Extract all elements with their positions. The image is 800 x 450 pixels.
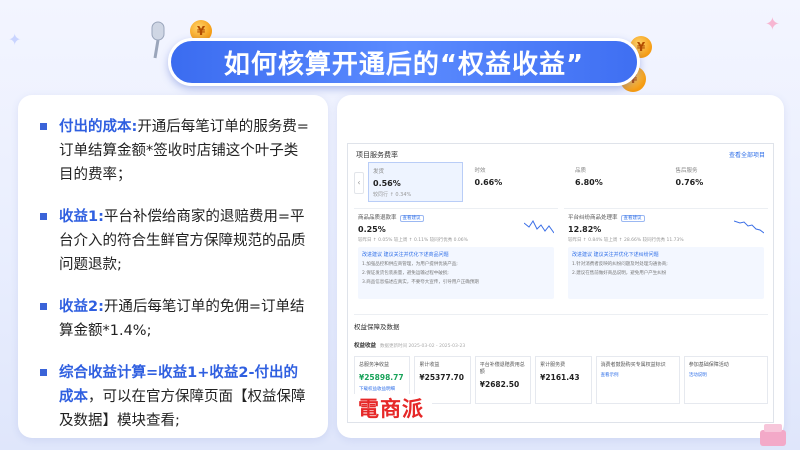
metric-label: 售后服务 — [675, 168, 698, 174]
item-heading: 付出的成本: — [59, 119, 138, 135]
tip-line: 3.商品信息描述应真实，不要夸大宣传，引导用户正确预期 — [362, 280, 479, 285]
metric-card[interactable]: 品质 6.80% — [571, 162, 664, 202]
example-link[interactable]: 查看示例 — [601, 372, 675, 378]
activity-link[interactable]: 活动说明 — [689, 372, 763, 378]
tip-title: 改进建议 建议关注并优化下述纠纷问题 — [572, 252, 659, 258]
section-title: 项目服务费率 — [356, 151, 398, 159]
suggest-button[interactable]: 查看建议 — [620, 215, 645, 222]
list-item: 综合收益计算=收益1+收益2-付出的成本，可以在官方保障页面【权益保障及数据】模… — [36, 361, 310, 433]
card-value: ¥2161.43 — [540, 373, 580, 382]
metric-sub: 较同行 ↑ 0.34% — [373, 192, 412, 198]
list-item: 付出的成本:开通后每笔订单的服务费=订单结算金额*签收时店铺这个叶子类目的费率； — [36, 115, 310, 187]
card-label: 平台补偿退赔费用总额 — [479, 362, 525, 375]
metric-value: 0.76% — [675, 178, 704, 187]
metric-value: 6.80% — [575, 178, 603, 187]
card-label: 累计服务费 — [540, 362, 566, 368]
rights-card: 参加基础保障活动 活动说明 — [683, 356, 768, 404]
metric-label: 时效 — [474, 168, 486, 174]
card-value: ¥2682.50 — [479, 380, 520, 389]
suggestion-box: 改进建议 建议关注并优化下述纠纷问题 1.针对消费者反映的纠纷问题及时处理沟通协… — [568, 247, 764, 299]
page-title: 如何核算开通后的“权益收益” — [223, 49, 585, 80]
screenshot-card: 项目服务费率 查看全部项目 ‹ 发货 0.56% 较同行 ↑ 0.34% 时效 … — [337, 95, 784, 438]
metric-value: 0.66% — [474, 178, 503, 187]
detail-label: 商品品质退款率 — [358, 215, 397, 221]
decoration-icon — [760, 424, 786, 446]
card-label: 参加基础保障活动 — [688, 362, 729, 368]
suggest-button[interactable]: 查看建议 — [399, 215, 424, 222]
view-all-link[interactable]: 查看全部项目 — [729, 150, 765, 159]
watermark-logo: 電商派 — [350, 394, 432, 422]
dashboard-screenshot: 项目服务费率 查看全部项目 ‹ 发货 0.56% 较同行 ↑ 0.34% 时效 … — [347, 143, 774, 423]
bullet-icon — [40, 123, 47, 130]
card-label: 总服务净收益 — [359, 362, 390, 368]
list-item: 收益1:平台补偿给商家的退赔费用=平台介入的符合生鲜官方保障规范的品质问题退款; — [36, 205, 310, 277]
rights-title: 权益保障及数据 — [354, 323, 400, 331]
list-item: 收益2:开通后每笔订单的免佣=订单结算金额*1.4%; — [36, 295, 310, 343]
update-note: 数据更新时间 2025-03-02 - 2025-03-23 — [380, 344, 466, 349]
detail-box: 平台纠纷商品处理率 查看建议 12.82% 较昨日 ↑ 0.84% 较上周 ↑ 2… — [564, 208, 768, 308]
star-icon: ✦ — [764, 14, 780, 35]
rights-subtitle: 权益收益 — [354, 343, 377, 349]
metric-label: 发货 — [373, 169, 385, 175]
rights-card: 消费者鼓励购买专属权益标识 查看示例 — [595, 356, 680, 404]
bullet-icon — [40, 213, 47, 220]
metric-detail-row: 商品品质退款率 查看建议 0.25% 较昨日 ↑ 0.05% 较上周 ↑ 0.11… — [354, 208, 768, 308]
item-body: ，可以在官方保障页面【权益保障及数据】模块查看; — [59, 389, 306, 429]
metric-label: 品质 — [575, 168, 587, 174]
rights-card: 累计服务费 ¥2161.43 — [535, 356, 592, 404]
card-label: 累计收益 — [419, 362, 440, 368]
metric-card[interactable]: 发货 0.56% 较同行 ↑ 0.34% — [368, 162, 463, 202]
download-link[interactable]: 下载权益收益明细 — [359, 386, 405, 392]
explanation-card: 付出的成本:开通后每笔订单的服务费=订单结算金额*签收时店铺这个叶子类目的费率；… — [18, 95, 328, 438]
tip-title: 改进建议 建议关注并优化下述商品问题 — [362, 252, 449, 258]
rights-section: 权益保障及数据 权益收益 数据更新时间 2025-03-02 - 2025-03-… — [354, 314, 768, 349]
item-heading: 收益1: — [59, 209, 104, 225]
title-banner: 如何核算开通后的“权益收益” — [168, 38, 640, 86]
card-value: ¥25898.77 — [359, 373, 404, 382]
sparkline-icon — [524, 220, 554, 234]
tip-line: 1.加强品控和供应商管理，为用户提供优质产品; — [362, 262, 458, 267]
metrics-row: ‹ 发货 0.56% 较同行 ↑ 0.34% 时效 0.66% 品质 6.80%… — [354, 162, 768, 202]
sparkle-icon: ✦ — [8, 30, 22, 49]
card-value: ¥25377.70 — [419, 373, 464, 382]
sparkline-icon — [734, 220, 764, 234]
bullet-icon — [40, 369, 47, 376]
bullet-icon — [40, 303, 47, 310]
card-label: 消费者鼓励购买专属权益标识 — [600, 362, 666, 368]
tip-line: 2.建议在售前做好商品说明，避免用户产生纠纷 — [572, 271, 667, 276]
tip-line: 2.保证发货包装质量，避免运输过程中破损; — [362, 271, 449, 276]
item-heading: 收益2: — [59, 299, 104, 315]
suggestion-box: 改进建议 建议关注并优化下述商品问题 1.加强品控和供应商管理，为用户提供优质产… — [358, 247, 554, 299]
rights-card: 平台补偿退赔费用总额 ¥2682.50 — [474, 356, 532, 404]
metric-card[interactable]: 售后服务 0.76% — [672, 162, 765, 202]
detail-sub: 较昨日 ↑ 0.84% 较上周 ↑ 28.66% 较同行优秀 11.73% — [568, 238, 684, 243]
tip-line: 1.针对消费者反映的纠纷问题及时处理沟通协商; — [572, 262, 668, 267]
microphone-icon — [151, 21, 165, 59]
metric-value: 0.56% — [373, 179, 401, 188]
metric-card[interactable]: 时效 0.66% — [471, 162, 564, 202]
detail-box: 商品品质退款率 查看建议 0.25% 较昨日 ↑ 0.05% 较上周 ↑ 0.11… — [354, 208, 558, 308]
chevron-left-icon[interactable]: ‹ — [354, 172, 364, 194]
detail-sub: 较昨日 ↑ 0.05% 较上周 ↑ 0.11% 较同行优秀 0.06% — [358, 238, 468, 243]
detail-label: 平台纠纷商品处理率 — [568, 215, 618, 221]
